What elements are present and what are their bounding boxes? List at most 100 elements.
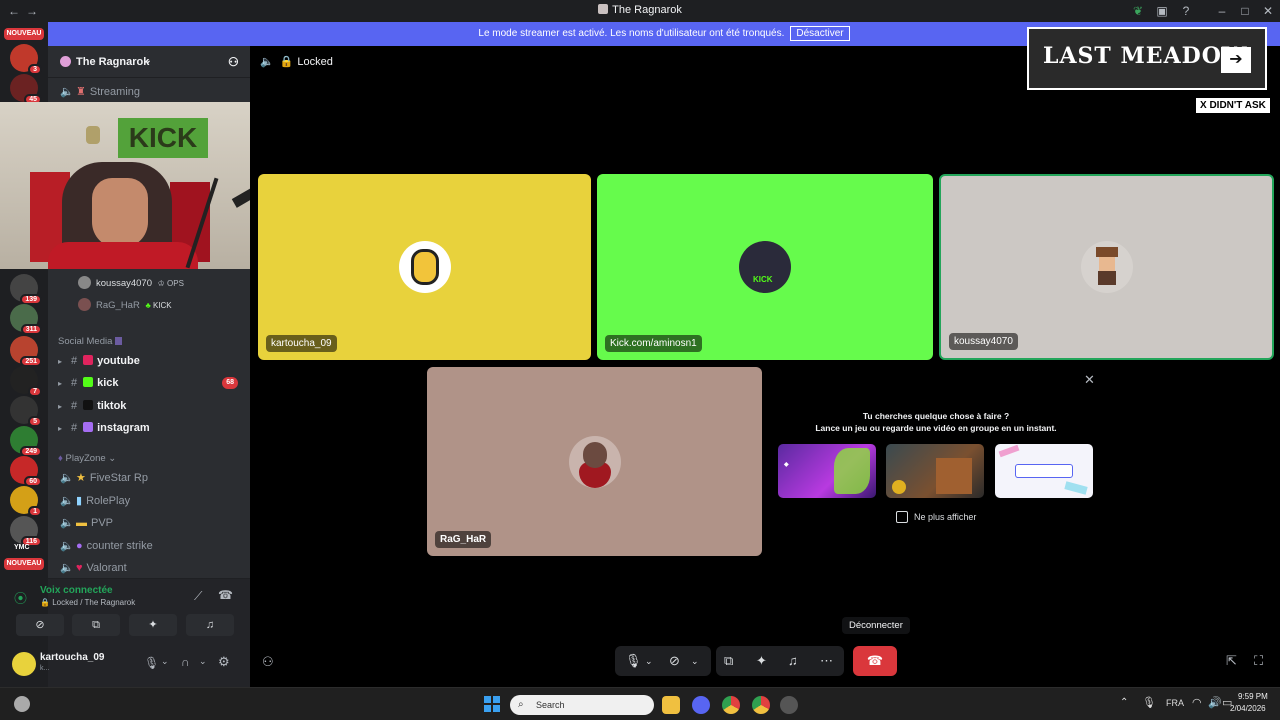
clock-time[interactable]: 9:59 PM bbox=[1238, 692, 1268, 701]
maximize-icon[interactable]: □ bbox=[1237, 3, 1253, 19]
screenshare-icon[interactable]: ⧉ bbox=[724, 646, 733, 676]
chevron-down-icon[interactable]: ⌄ bbox=[645, 646, 653, 676]
voice-channel-streaming[interactable]: 🔈 ♜ Streaming bbox=[58, 82, 244, 102]
server-icon[interactable]: 45 bbox=[10, 74, 42, 105]
server-icon[interactable]: 3 bbox=[10, 44, 42, 75]
popout-icon[interactable]: ⇱ bbox=[1226, 653, 1237, 669]
hash-icon: # bbox=[71, 400, 78, 412]
voice-channel-roleplay[interactable]: 🔈 ▮ RolePlay bbox=[58, 491, 244, 511]
participant-tile[interactable]: KICK Kick.com/aminosn1 bbox=[597, 174, 933, 360]
soundboard-button[interactable]: ♫ bbox=[186, 614, 234, 636]
activities-button[interactable]: ✦ bbox=[129, 614, 177, 636]
chevron-down-icon[interactable]: ⌄ bbox=[199, 656, 207, 667]
activity-card-valorant[interactable]: ◆ bbox=[778, 444, 876, 498]
server-icon[interactable]: 116 bbox=[10, 516, 42, 547]
minimize-icon[interactable]: – bbox=[1214, 3, 1230, 19]
participant-name: koussay4070 bbox=[949, 333, 1018, 350]
activities-icon[interactable]: ✦ bbox=[756, 646, 767, 676]
voice-status[interactable]: Voix connectée bbox=[40, 585, 113, 596]
disconnect-small-icon[interactable]: ☎ bbox=[218, 588, 233, 602]
category-social-media[interactable]: Social Media bbox=[58, 336, 123, 347]
channel-color-icon bbox=[83, 400, 94, 410]
action-controls: ⧉ ✦ ♫ ⋯ bbox=[716, 646, 844, 676]
participant-tile-speaking[interactable]: koussay4070 bbox=[939, 174, 1274, 360]
chevron-down-icon[interactable]: ⌄ bbox=[161, 656, 169, 667]
chrome-icon[interactable] bbox=[722, 696, 740, 714]
screenshare-button[interactable]: ⧉ bbox=[72, 614, 120, 636]
microphone-icon[interactable]: 🎙 bbox=[625, 646, 642, 676]
participant-tile[interactable]: kartoucha_09 bbox=[258, 174, 591, 360]
clock-date[interactable]: 2/04/2026 bbox=[1230, 704, 1266, 713]
invite-user-icon[interactable]: ⚇ bbox=[262, 654, 274, 670]
chevron-down-icon[interactable]: ⌄ bbox=[691, 646, 699, 676]
server-icon[interactable]: 60 bbox=[10, 456, 42, 487]
taskbar-search[interactable]: ⌕ Search bbox=[510, 695, 654, 715]
voice-user[interactable]: RaG_HaR ♣ KICK bbox=[78, 298, 172, 311]
language-indicator[interactable]: FRA bbox=[1166, 698, 1184, 708]
signal-icon[interactable]: ⦿ bbox=[14, 588, 27, 607]
tray-mic-icon[interactable]: 🎙 bbox=[1142, 696, 1156, 709]
user-name[interactable]: kartoucha_09 bbox=[40, 652, 104, 663]
voice-channel-counter-strike[interactable]: 🔈 ● counter strike bbox=[58, 536, 244, 556]
dont-show-label[interactable]: Ne plus afficher bbox=[914, 512, 976, 522]
stage-header: 🔈 🔒 Locked bbox=[250, 46, 333, 78]
wifi-icon[interactable]: ◠ bbox=[1192, 696, 1202, 709]
server-icon[interactable]: 311 bbox=[10, 304, 42, 335]
headphones-icon[interactable]: ∩ bbox=[181, 655, 190, 669]
activity-card-game[interactable] bbox=[886, 444, 984, 498]
voice-channel-fivestar[interactable]: 🔈 ★ FiveStar Rp bbox=[58, 468, 244, 488]
file-explorer-icon[interactable] bbox=[662, 696, 680, 714]
text-channel-kick[interactable]: ▸ # kick 68 bbox=[58, 373, 244, 393]
windows-start-icon[interactable] bbox=[484, 696, 500, 712]
role-tag: ♔ OPS bbox=[157, 279, 184, 288]
category-playzone[interactable]: ♦ PlayZone ⌄ bbox=[58, 453, 116, 464]
server-icon[interactable]: 251 bbox=[10, 336, 42, 367]
camera-off-button[interactable]: ⊘ bbox=[16, 614, 64, 636]
server-icon[interactable]: 7 bbox=[10, 366, 42, 397]
more-options-icon[interactable]: ⋯ bbox=[820, 646, 833, 676]
fullscreen-icon[interactable]: ⛶ bbox=[1254, 653, 1263, 669]
channel-label: tiktok bbox=[97, 400, 127, 412]
server-icon[interactable]: 249 bbox=[10, 426, 42, 457]
discord-icon[interactable] bbox=[692, 696, 710, 714]
voice-channel-valorant[interactable]: 🔈 ♥ Valorant bbox=[58, 558, 244, 578]
server-icon[interactable]: 5 bbox=[10, 396, 42, 427]
add-member-icon[interactable]: ⚇ bbox=[228, 55, 239, 69]
voice-channel-pvp[interactable]: 🔈 ▬ PVP bbox=[58, 513, 244, 533]
disconnect-button[interactable]: ☎ bbox=[853, 646, 897, 676]
activity-card-whiteboard[interactable] bbox=[995, 444, 1093, 498]
server-icon[interactable]: 1 bbox=[10, 486, 42, 517]
server-icon[interactable]: 139 bbox=[10, 274, 42, 305]
app-icon[interactable] bbox=[780, 696, 798, 714]
activity-line-2: Lance un jeu ou regarde une vidéo en gro… bbox=[815, 423, 1057, 433]
microphone-icon[interactable]: 🎙 bbox=[144, 656, 159, 670]
soundboard-icon[interactable]: ♫ bbox=[788, 646, 798, 676]
inbox-icon[interactable]: ▣ bbox=[1154, 3, 1170, 19]
close-icon[interactable]: ✕ bbox=[1084, 372, 1095, 388]
help-icon[interactable]: ? bbox=[1178, 3, 1194, 19]
channel-emoji-icon: ● bbox=[76, 540, 83, 552]
overlay-tag: X DIDN'T ASK bbox=[1196, 98, 1270, 113]
text-channel-instagram[interactable]: ▸ # instagram bbox=[58, 418, 244, 438]
disable-streamer-button[interactable]: Désactiver bbox=[790, 26, 850, 41]
phone-hangup-icon: ☎ bbox=[866, 653, 884, 668]
text-channel-tiktok[interactable]: ▸ # tiktok bbox=[58, 396, 244, 416]
leaf-icon[interactable]: ❦ bbox=[1130, 3, 1146, 19]
camera-off-icon[interactable]: ⊘ bbox=[669, 646, 680, 676]
hash-icon: # bbox=[71, 422, 78, 434]
volume-icon[interactable]: 🔊 bbox=[1208, 696, 1222, 709]
chrome-icon[interactable] bbox=[752, 696, 770, 714]
guild-header[interactable]: The Ragnarok ⌄ ⚇ bbox=[48, 46, 250, 78]
weather-icon[interactable] bbox=[14, 696, 30, 712]
tray-chevron-up-icon[interactable]: ⌃ bbox=[1120, 697, 1128, 708]
avatar-face bbox=[1098, 257, 1115, 271]
close-icon[interactable]: ✕ bbox=[1260, 3, 1276, 19]
noise-suppression-icon[interactable]: ⟋ bbox=[194, 589, 202, 604]
avatar[interactable] bbox=[12, 652, 36, 676]
settings-gear-icon[interactable]: ⚙ bbox=[218, 654, 230, 670]
participant-tile[interactable]: RaG_HaR bbox=[427, 367, 762, 556]
text-channel-youtube[interactable]: ▸ # youtube bbox=[58, 351, 244, 371]
voice-user[interactable]: koussay4070 ♔ OPS bbox=[78, 276, 184, 289]
activity-card-logo: ◆ bbox=[784, 462, 789, 468]
dont-show-checkbox[interactable] bbox=[896, 511, 908, 523]
